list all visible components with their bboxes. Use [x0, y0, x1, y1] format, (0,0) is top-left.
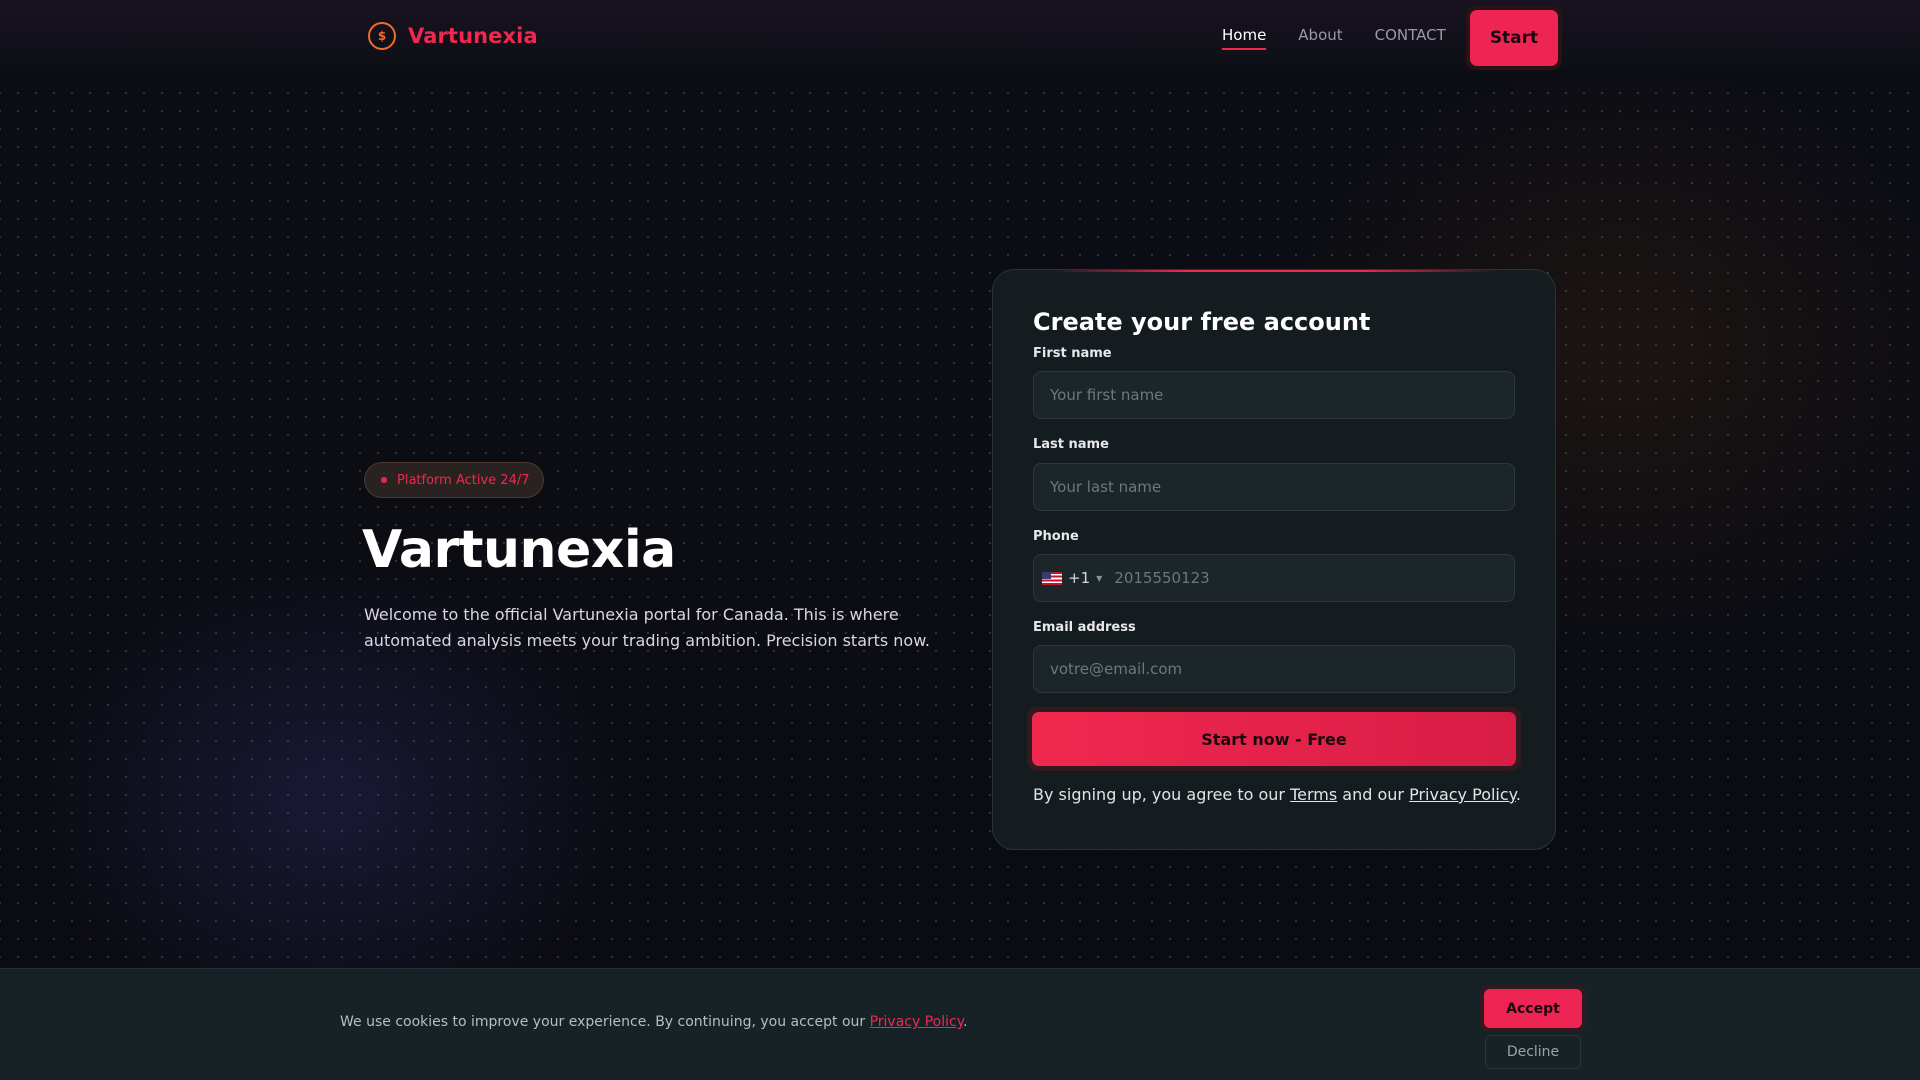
last-name-field-wrap	[1033, 463, 1515, 511]
start-button-frame: Start	[1466, 6, 1562, 70]
brand-logo[interactable]: $ Vartunexia	[368, 21, 538, 51]
terms-notice: By signing up, you agree to our Terms an…	[1033, 785, 1521, 804]
nav-about-link[interactable]: About	[1298, 26, 1342, 50]
first-name-label: First name	[1033, 346, 1112, 361]
main-nav: Home About CONTACT	[1222, 26, 1446, 50]
cookie-suffix: .	[963, 1014, 968, 1030]
signup-card: Create your free account First name Last…	[992, 269, 1556, 850]
accept-button-frame: Accept	[1480, 985, 1586, 1032]
last-name-label: Last name	[1033, 437, 1109, 452]
brand-name: Vartunexia	[408, 24, 538, 48]
terms-mid: and our	[1337, 785, 1410, 804]
email-input[interactable]	[1050, 660, 1514, 678]
chevron-down-icon: ▼	[1096, 573, 1103, 583]
email-label: Email address	[1033, 620, 1136, 635]
header-start-button[interactable]: Start	[1470, 10, 1558, 66]
cookie-privacy-link[interactable]: Privacy Policy	[870, 1014, 963, 1030]
site-header: $ Vartunexia Home About CONTACT Start	[0, 0, 1920, 76]
privacy-policy-link[interactable]: Privacy Policy	[1409, 785, 1516, 804]
status-badge: Platform Active 24/7	[364, 462, 544, 498]
terms-suffix: .	[1515, 785, 1521, 804]
us-flag-icon	[1042, 571, 1062, 585]
nav-home-link[interactable]: Home	[1222, 26, 1267, 50]
status-dot-icon	[381, 477, 387, 483]
last-name-input[interactable]	[1050, 478, 1514, 496]
start-now-button[interactable]: Start now - Free	[1032, 712, 1516, 766]
email-field-wrap	[1033, 645, 1515, 693]
phone-field-wrap: +1 ▼	[1033, 554, 1515, 602]
submit-button-frame: Start now - Free	[1027, 707, 1521, 771]
country-code-selector[interactable]: +1 ▼	[1042, 569, 1102, 587]
phone-input[interactable]	[1114, 569, 1514, 587]
nav-contact-link[interactable]: CONTACT	[1375, 26, 1446, 50]
hero-title: Vartunexia	[362, 520, 676, 580]
hero-description: Welcome to the official Vartunexia porta…	[364, 605, 930, 650]
signup-title: Create your free account	[1033, 308, 1371, 336]
cookie-text: We use cookies to improve your experienc…	[340, 1014, 870, 1030]
first-name-field-wrap	[1033, 371, 1515, 419]
cookie-message: We use cookies to improve your experienc…	[340, 1014, 967, 1030]
country-code: +1	[1068, 569, 1091, 587]
cookie-decline-button[interactable]: Decline	[1485, 1035, 1581, 1069]
phone-label: Phone	[1033, 529, 1079, 544]
first-name-input[interactable]	[1050, 386, 1514, 404]
coin-icon: $	[368, 22, 396, 50]
cookie-banner: We use cookies to improve your experienc…	[0, 968, 1920, 1080]
status-badge-label: Platform Active 24/7	[397, 472, 530, 488]
terms-link[interactable]: Terms	[1290, 785, 1337, 804]
dot-grid-pattern	[0, 78, 1920, 968]
cookie-accept-button[interactable]: Accept	[1484, 989, 1582, 1028]
terms-prefix: By signing up, you agree to our	[1033, 785, 1291, 804]
